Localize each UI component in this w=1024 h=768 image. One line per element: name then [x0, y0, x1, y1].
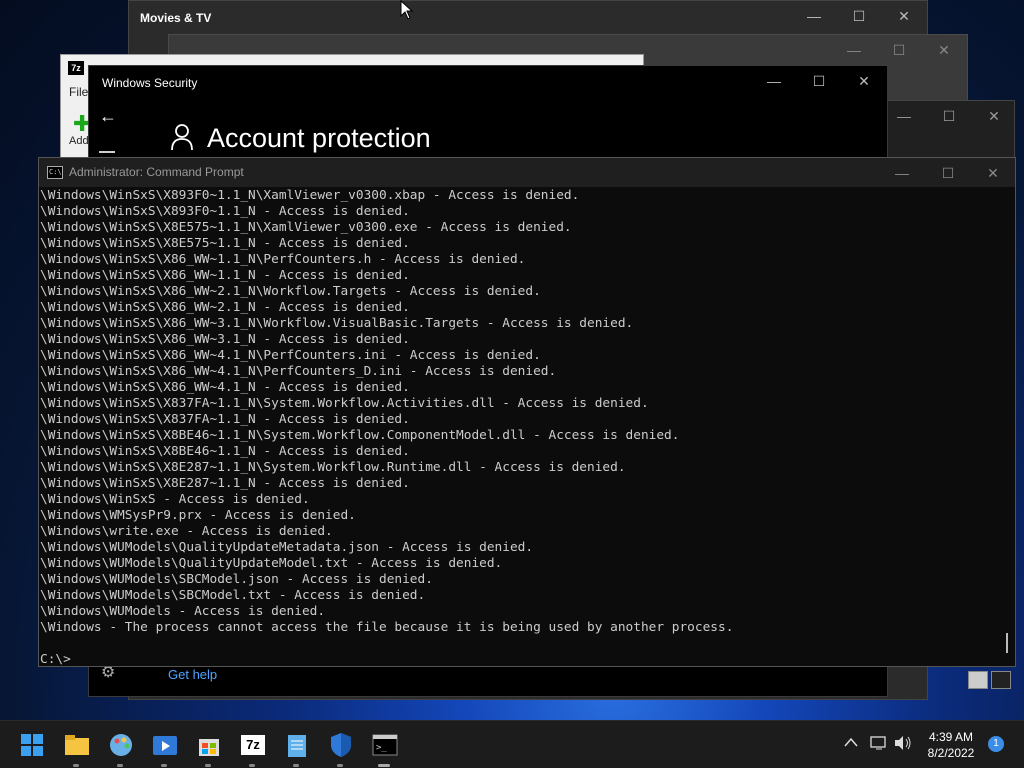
get-help-link[interactable]: Get help — [168, 667, 217, 682]
console-line: \Windows\WinSxS\X86_WW~4.1_N - Access is… — [40, 380, 410, 395]
console-line: \Windows\WinSxS\X86_WW~1.1_N\PerfCounter… — [40, 252, 526, 267]
maximize-button[interactable]: ☐ — [926, 101, 972, 131]
store-icon[interactable] — [195, 731, 223, 767]
console-line: \Windows\WinSxS\X86_WW~4.1_N\PerfCounter… — [40, 348, 541, 363]
scrollbar-thumb[interactable] — [1006, 633, 1008, 653]
menu-icon[interactable] — [99, 151, 115, 153]
list-view-icon[interactable] — [968, 671, 988, 689]
console-line: \Windows\WinSxS\X893F0~1.1_N\XamlViewer_… — [40, 188, 580, 203]
console-line: \Windows\WinSxS\X837FA~1.1_N\System.Work… — [40, 396, 649, 411]
console-line: \Windows\WinSxS\X86_WW~3.1_N - Access is… — [40, 332, 410, 347]
close-button[interactable]: ✕ — [971, 101, 1014, 131]
chevron-up-icon[interactable] — [844, 735, 858, 751]
taskbar: 7z >_ 4:39 AM 8/2/2022 — [0, 720, 1024, 768]
console-line: \Windows\write.exe - Access is denied. — [40, 524, 333, 539]
console-line: \Windows\WinSxS\X86_WW~2.1_N - Access is… — [40, 300, 410, 315]
tile-view-icon[interactable] — [991, 671, 1011, 689]
console-line: \Windows\WinSxS\X8BE46~1.1_N\System.Work… — [40, 428, 680, 443]
console-line: \Windows\WinSxS\X8E287~1.1_N\System.Work… — [40, 460, 626, 475]
volume-icon[interactable] — [894, 735, 912, 754]
console-line: \Windows\WinSxS\X837FA~1.1_N - Access is… — [40, 412, 410, 427]
console-line: \Windows\WinSxS\X8BE46~1.1_N - Access is… — [40, 444, 410, 459]
console-line: \Windows\WinSxS\X8E575~1.1_N - Access is… — [40, 236, 410, 251]
back-arrow-icon[interactable]: ← — [99, 106, 117, 127]
close-button[interactable]: ✕ — [970, 158, 1015, 188]
maximize-button[interactable]: ☐ — [836, 1, 882, 31]
console-line: \Windows\WUModels\SBCModel.json - Access… — [40, 572, 433, 587]
svg-text:>_: >_ — [376, 743, 387, 753]
terminal-icon[interactable]: >_ — [371, 731, 399, 767]
console-line: \Windows\WinSxS\X8E575~1.1_N\XamlViewer_… — [40, 220, 572, 235]
window-title: Movies & TV — [140, 11, 212, 25]
console-line: \Windows\WinSxS\X86_WW~4.1_N\PerfCounter… — [40, 364, 557, 379]
console-line: \Windows\WinSxS\X8E287~1.1_N - Access is… — [40, 476, 410, 491]
window-title: Windows Security — [102, 76, 198, 90]
palette-icon[interactable] — [107, 731, 135, 767]
console-line: \Windows - The process cannot access the… — [40, 620, 734, 635]
person-icon — [171, 124, 193, 150]
folder-icon[interactable] — [63, 731, 91, 767]
clock-date: 8/2/2022 — [927, 746, 975, 760]
add-button-label[interactable]: Add — [69, 135, 89, 147]
console-line: \Windows\WinSxS\X86_WW~2.1_N\Workflow.Ta… — [40, 284, 541, 299]
minimize-button[interactable]: — — [791, 1, 837, 31]
page-title: Account protection — [207, 123, 431, 153]
movies-icon[interactable] — [151, 731, 179, 767]
minimize-button[interactable]: — — [831, 35, 877, 65]
console-line: \Windows\WinSxS\X86_WW~1.1_N - Access is… — [40, 268, 410, 283]
console-line: C:\> — [40, 652, 71, 666]
close-button[interactable]: ✕ — [881, 1, 927, 31]
maximize-button[interactable]: ☐ — [876, 35, 922, 65]
console-line: \Windows\WUModels\SBCModel.txt - Access … — [40, 588, 426, 603]
clock-time: 4:39 AM — [928, 730, 974, 744]
close-button[interactable]: ✕ — [841, 66, 887, 96]
cmd-icon: C:\ — [47, 166, 63, 179]
view-toggle[interactable] — [968, 671, 1011, 689]
window-title: Administrator: Command Prompt — [69, 165, 244, 179]
command-prompt-window[interactable]: C:\ Administrator: Command Prompt — ☐ ✕ … — [38, 157, 1016, 667]
minimize-button[interactable]: — — [751, 66, 797, 96]
minimize-button[interactable]: — — [879, 158, 925, 188]
console-line: \Windows\WUModels\QualityUpdateMetadata.… — [40, 540, 534, 555]
console-line: \Windows\WUModels\QualityUpdateModel.txt… — [40, 556, 503, 571]
mouse-cursor-icon — [400, 0, 414, 20]
console-line: \Windows\WinSxS - Access is denied. — [40, 492, 310, 507]
background-window-2: — ☐ ✕ — [880, 100, 1015, 160]
7zip-logo-icon: 7z — [68, 61, 84, 75]
scrollbar[interactable] — [999, 188, 1013, 666]
console-line: \Windows\WMSysPr9.prx - Access is denied… — [40, 508, 356, 523]
maximize-button[interactable]: ☐ — [925, 158, 971, 188]
menu-file[interactable]: File — [69, 85, 88, 99]
notepad-icon[interactable] — [283, 731, 311, 767]
close-button[interactable]: ✕ — [921, 35, 967, 65]
7zip-icon[interactable]: 7z — [239, 731, 267, 767]
console-output[interactable]: \Windows\WinSxS\X893F0~1.1_N\XamlViewer_… — [40, 188, 998, 666]
console-line: \Windows\WUModels - Access is denied. — [40, 604, 326, 619]
network-icon[interactable] — [870, 735, 888, 754]
title-bar[interactable]: C:\ Administrator: Command Prompt — ☐ ✕ — [39, 158, 1015, 187]
console-line: \Windows\WinSxS\X893F0~1.1_N - Access is… — [40, 204, 410, 219]
shield-icon[interactable] — [327, 731, 355, 767]
windows-logo-icon[interactable] — [18, 731, 46, 759]
maximize-button[interactable]: ☐ — [796, 66, 842, 96]
notification-badge[interactable]: 1 — [988, 736, 1004, 752]
console-line: \Windows\WinSxS\X86_WW~3.1_N\Workflow.Vi… — [40, 316, 634, 331]
clock[interactable]: 4:39 AM 8/2/2022 — [916, 729, 986, 761]
7zip-label: 7z — [241, 735, 265, 755]
